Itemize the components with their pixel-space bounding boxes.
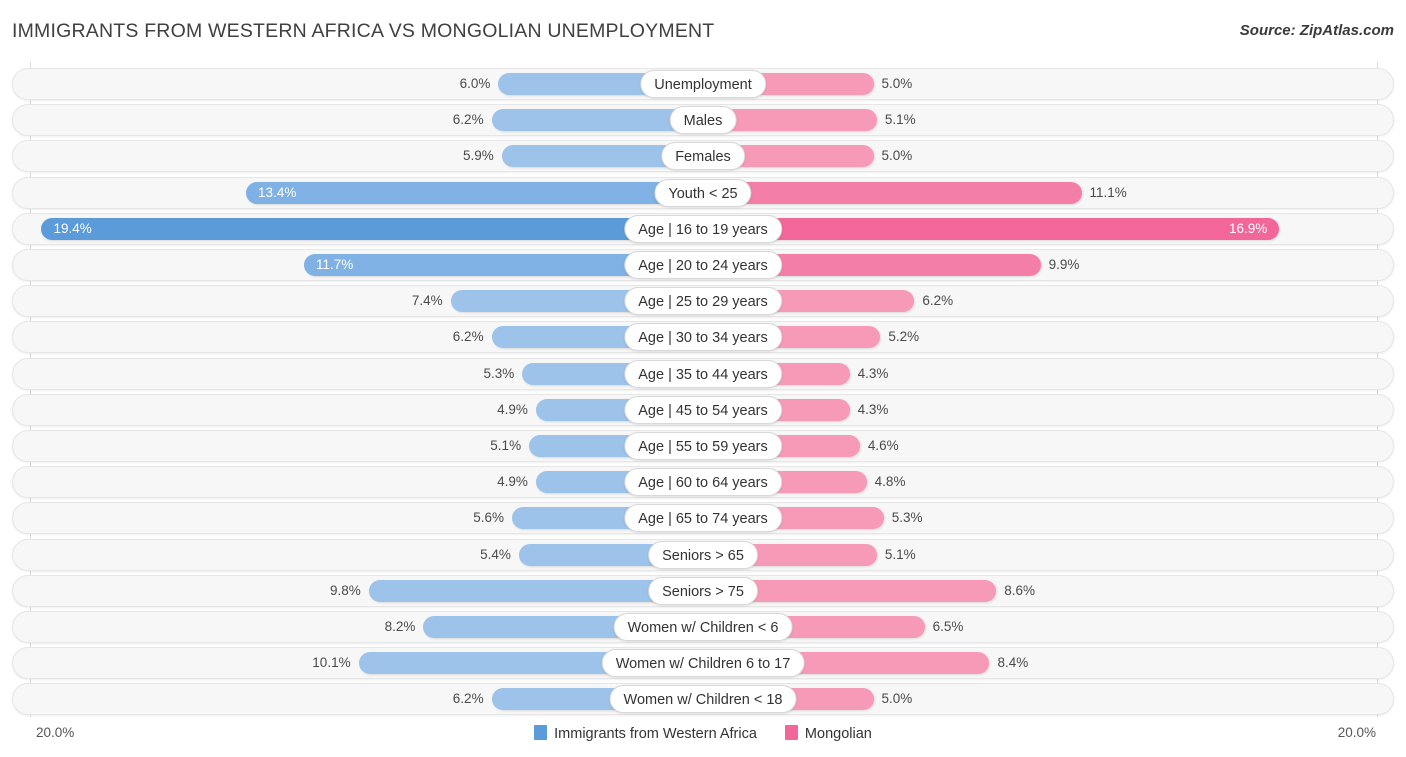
legend-swatch-icon: [784, 725, 798, 740]
value-label-left: 19.4%: [53, 220, 92, 236]
row-category-label[interactable]: Age | 20 to 24 years: [624, 251, 782, 279]
row-category-label[interactable]: Women w/ Children < 6: [613, 613, 793, 641]
row-category-label[interactable]: Age | 60 to 64 years: [624, 468, 782, 497]
value-label-right: 16.9%: [1229, 220, 1268, 236]
value-label-right: 9.9%: [1048, 257, 1080, 272]
legend-item-immigrants-western-africa[interactable]: Immigrants from Western Africa: [534, 725, 757, 742]
value-label-left: 4.9%: [497, 474, 528, 490]
value-label-right: 5.0%: [881, 691, 913, 707]
row-category-label[interactable]: Age | 45 to 54 years: [624, 395, 782, 424]
row-category-label[interactable]: Age | 65 to 74 years: [624, 504, 782, 533]
value-label-left: 6.2%: [452, 112, 484, 128]
table-row[interactable]: 4.9% 4.8% Age | 60 to 64 years: [12, 466, 1394, 499]
bar-mongolian[interactable]: [703, 181, 1082, 204]
table-row[interactable]: 19.4% 16.9% Age | 16 to 19 years: [12, 212, 1394, 245]
value-label-right: 4.8%: [874, 474, 906, 490]
row-category-label[interactable]: Age | 25 to 29 years: [624, 287, 782, 316]
value-label-left: 5.3%: [483, 365, 515, 381]
value-label-left: 11.7%: [316, 257, 354, 272]
chart-footer: 20.0% 20.0% Immigrants from Western Afri…: [0, 717, 1406, 757]
value-label-right: 5.1%: [884, 546, 916, 562]
value-label-right: 8.6%: [1004, 582, 1036, 598]
row-category-label[interactable]: Unemployment: [640, 70, 766, 98]
row-category-label[interactable]: Women w/ Children < 18: [609, 685, 797, 714]
page-title: IMMIGRANTS FROM WESTERN AFRICA VS MONGOL…: [12, 20, 715, 42]
table-row[interactable]: 7.4% 6.2% Age | 25 to 29 years: [12, 285, 1394, 318]
value-label-right: 8.4%: [997, 655, 1029, 671]
legend-item-mongolian[interactable]: Mongolian: [784, 725, 872, 742]
value-label-right: 5.0%: [881, 148, 913, 164]
legend-swatch-icon: [534, 725, 548, 740]
table-row[interactable]: 6.2% 5.2% Age | 30 to 34 years: [12, 321, 1394, 354]
value-label-right: 4.3%: [857, 365, 889, 381]
table-row[interactable]: 10.1% 8.4% Women w/ Children 6 to 17: [12, 647, 1394, 680]
table-row[interactable]: 8.2% 6.5% Women w/ Children < 6: [12, 611, 1394, 643]
table-row[interactable]: 9.8% 8.6% Seniors > 75: [12, 574, 1394, 607]
value-label-left: 5.9%: [463, 148, 494, 164]
row-category-label[interactable]: Age | 35 to 44 years: [624, 359, 782, 388]
table-row[interactable]: 6.2% 5.1% Males: [12, 104, 1394, 137]
table-row[interactable]: 6.2% 5.0% Women w/ Children < 18: [12, 683, 1394, 716]
row-category-label[interactable]: Seniors > 65: [648, 540, 758, 569]
value-label-left: 9.8%: [330, 582, 361, 598]
table-row[interactable]: 5.9% 5.0% Females: [12, 140, 1394, 173]
row-category-label[interactable]: Males: [669, 106, 737, 135]
bar-immigrants-western-africa[interactable]: [41, 217, 703, 240]
row-category-label[interactable]: Youth < 25: [654, 178, 752, 207]
row-category-label[interactable]: Women w/ Children 6 to 17: [601, 649, 805, 678]
value-label-left: 13.4%: [258, 184, 297, 200]
value-label-right: 4.3%: [857, 401, 889, 417]
value-label-right: 5.0%: [881, 76, 913, 91]
row-category-label[interactable]: Seniors > 75: [648, 576, 758, 605]
table-row[interactable]: 5.6% 5.3% Age | 65 to 74 years: [12, 502, 1394, 535]
value-label-right: 5.3%: [891, 510, 923, 526]
value-label-left: 4.9%: [497, 401, 528, 417]
chart-legend: Immigrants from Western Africa Mongolian: [0, 725, 1406, 742]
value-label-right: 5.2%: [888, 329, 920, 345]
value-label-right: 5.1%: [884, 112, 916, 128]
value-label-left: 8.2%: [384, 619, 416, 634]
source-attribution: Source: ZipAtlas.com: [1239, 22, 1394, 39]
row-category-label[interactable]: Females: [661, 142, 745, 171]
row-category-label[interactable]: Age | 55 to 59 years: [624, 432, 782, 460]
chart-plot-area: 6.0% 5.0% Unemployment 6.2% 5.1% Males 5.9% 5.0…: [0, 62, 1406, 717]
table-row[interactable]: 5.4% 5.1% Seniors > 65: [12, 538, 1394, 571]
row-category-label[interactable]: Age | 16 to 19 years: [624, 214, 782, 243]
table-row[interactable]: 5.3% 4.3% Age | 35 to 44 years: [12, 357, 1394, 390]
value-label-left: 6.0%: [459, 76, 491, 91]
row-category-label[interactable]: Age | 30 to 34 years: [624, 323, 782, 352]
chart-header: IMMIGRANTS FROM WESTERN AFRICA VS MONGOL…: [0, 0, 1406, 62]
value-label-left: 5.1%: [490, 438, 522, 453]
value-label-left: 5.6%: [473, 510, 505, 526]
value-label-left: 7.4%: [411, 293, 443, 309]
table-row[interactable]: 6.0% 5.0% Unemployment: [12, 68, 1394, 100]
value-label-right: 6.5%: [932, 619, 964, 634]
table-row[interactable]: 11.7% 9.9% Age | 20 to 24 years: [12, 249, 1394, 281]
table-row[interactable]: 4.9% 4.3% Age | 45 to 54 years: [12, 393, 1394, 426]
legend-label: Mongolian: [804, 726, 872, 742]
value-label-right: 4.6%: [867, 438, 899, 453]
value-label-left: 5.4%: [480, 546, 511, 562]
bar-mongolian[interactable]: [703, 217, 1280, 240]
table-row[interactable]: 13.4% 11.1% Youth < 25: [12, 176, 1394, 209]
legend-label: Immigrants from Western Africa: [554, 726, 757, 742]
value-label-left: 6.2%: [452, 691, 484, 707]
value-label-right: 6.2%: [922, 293, 954, 309]
table-row[interactable]: 5.1% 4.6% Age | 55 to 59 years: [12, 430, 1394, 462]
value-label-left: 10.1%: [312, 655, 351, 671]
value-label-right: 11.1%: [1089, 184, 1127, 200]
value-label-left: 6.2%: [452, 329, 484, 345]
bar-immigrants-western-africa[interactable]: [246, 181, 703, 204]
